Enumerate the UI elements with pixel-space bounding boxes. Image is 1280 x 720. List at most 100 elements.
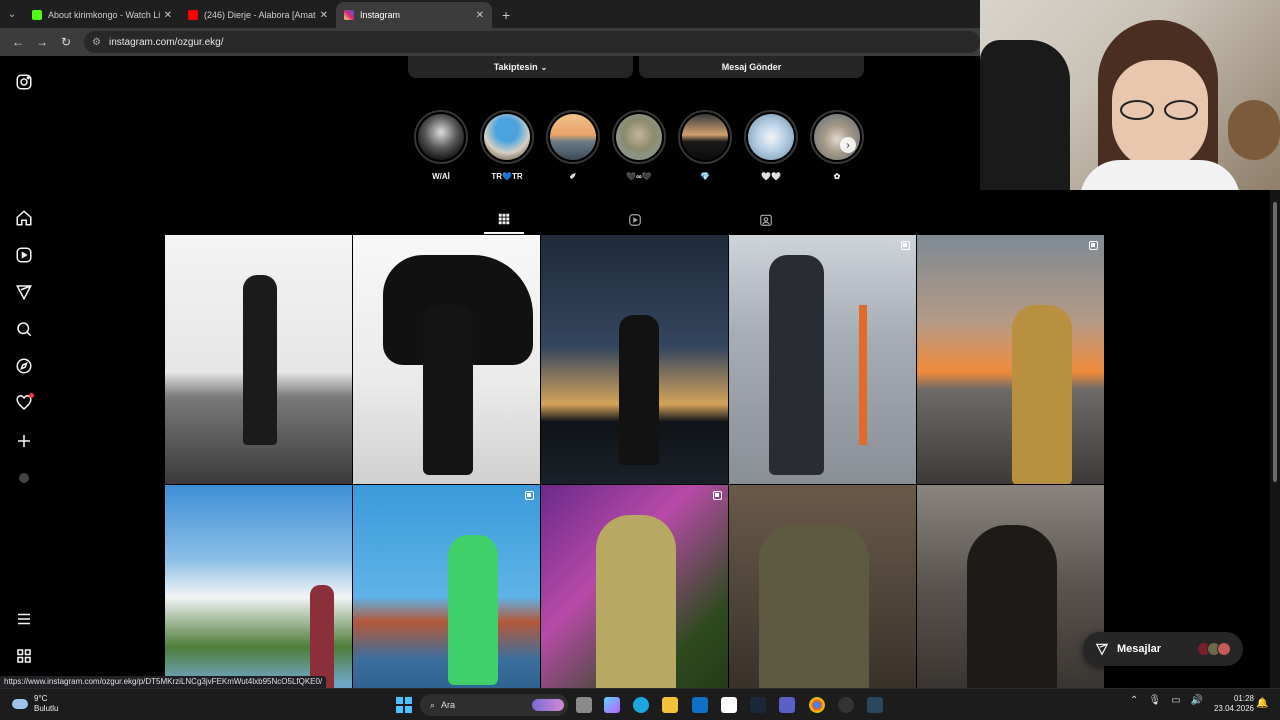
chair-back xyxy=(980,40,1070,190)
address-bar-row: ← → ↻ ⚙ instagram.com/ozgur.ekg/ xyxy=(0,28,980,56)
post-thumbnail[interactable] xyxy=(729,235,916,484)
notification-dot xyxy=(29,393,34,398)
copilot-icon[interactable] xyxy=(604,697,620,713)
chrome-icon[interactable] xyxy=(809,697,825,713)
webcam-overlay xyxy=(980,0,1280,190)
person-silhouette xyxy=(1012,305,1072,484)
browser-tab-instagram[interactable]: Instagram ✕ xyxy=(336,2,492,28)
chevron-right-icon[interactable]: › xyxy=(840,137,856,153)
youtube-favicon-icon xyxy=(188,10,198,20)
clock-time: 01:28 xyxy=(1233,694,1254,703)
post-thumbnail[interactable] xyxy=(541,485,728,688)
highlight-cover xyxy=(814,114,860,160)
also-from-meta-icon[interactable] xyxy=(14,646,34,666)
highlight-item[interactable]: 💎 xyxy=(678,110,732,182)
highlight-label: 🖤∞🖤 xyxy=(626,172,652,181)
url-input[interactable]: ⚙ instagram.com/ozgur.ekg/ xyxy=(84,31,980,53)
new-tab-button[interactable]: + xyxy=(492,2,520,28)
more-menu-icon[interactable] xyxy=(14,609,34,629)
highlight-item[interactable]: ✐ xyxy=(546,110,600,182)
tab-title: (246) Dierje - Alabora [Amatör xyxy=(204,10,316,20)
post-thumbnail[interactable] xyxy=(165,235,352,484)
browser-tab-youtube[interactable]: (246) Dierje - Alabora [Amatör ✕ xyxy=(180,2,336,28)
avatar xyxy=(1217,642,1231,656)
browser-tab-kick[interactable]: About kirimkongo - Watch Live ✕ xyxy=(24,2,180,28)
close-tab-icon[interactable]: ✕ xyxy=(164,10,172,21)
search-icon[interactable] xyxy=(14,319,34,339)
tab-title: Instagram xyxy=(360,10,401,20)
highlight-label: 💎 xyxy=(700,172,710,181)
send-message-label: Mesaj Gönder xyxy=(721,62,782,72)
highlight-cover xyxy=(418,114,464,160)
multi-post-icon xyxy=(713,491,722,500)
page-scrollbar[interactable] xyxy=(1270,190,1280,688)
clock[interactable]: 01:28 23.04.2026 xyxy=(1210,694,1254,714)
file-explorer-icon[interactable] xyxy=(662,697,678,713)
notifications-heart-icon[interactable] xyxy=(14,393,34,413)
post-thumbnail[interactable] xyxy=(917,235,1104,484)
following-button[interactable]: Takiptesin ⌄ xyxy=(408,56,633,78)
tab-search-icon[interactable]: ⌄ xyxy=(0,0,24,28)
taskbar-search[interactable]: ⌕ Ara xyxy=(420,694,568,716)
messages-pill[interactable]: Mesajlar xyxy=(1083,632,1243,666)
outlook-icon[interactable] xyxy=(692,697,708,713)
volume-icon[interactable]: 🔊 xyxy=(1191,695,1203,706)
windows-start-icon[interactable] xyxy=(396,697,412,713)
post-thumbnail[interactable] xyxy=(165,485,352,688)
highlight-label: ✐ xyxy=(569,172,577,181)
highlight-item[interactable]: W/Aİ xyxy=(414,110,468,182)
forward-arrow-icon[interactable]: → xyxy=(30,35,54,49)
notification-bell-icon[interactable]: 🔔 xyxy=(1256,698,1268,709)
kick-favicon-icon xyxy=(32,10,42,20)
tab-reels[interactable] xyxy=(615,206,655,234)
microphone-icon[interactable]: 🎙 xyxy=(1148,695,1161,706)
reels-icon[interactable] xyxy=(14,245,34,265)
profile-avatar-icon[interactable] xyxy=(14,468,34,488)
post-thumbnail[interactable] xyxy=(729,485,916,688)
highlight-item[interactable]: TR💙TR xyxy=(480,110,534,182)
teams-icon[interactable] xyxy=(779,697,795,713)
steam-icon[interactable] xyxy=(750,697,766,713)
highlight-item[interactable]: 🤍🤍 xyxy=(744,110,798,182)
tab-posts[interactable] xyxy=(484,206,524,234)
edge-icon[interactable] xyxy=(633,697,649,713)
close-tab-icon[interactable]: ✕ xyxy=(476,10,484,21)
posts-grid xyxy=(165,235,1105,688)
instagram-sidebar xyxy=(0,56,48,688)
network-icon[interactable]: ▭ xyxy=(1171,695,1180,706)
create-plus-icon[interactable] xyxy=(14,431,34,451)
person-silhouette xyxy=(967,525,1057,688)
message-avatars xyxy=(1197,642,1231,656)
instagram-favicon-icon xyxy=(344,10,354,20)
explore-compass-icon[interactable] xyxy=(14,356,34,376)
post-thumbnail[interactable] xyxy=(353,485,540,688)
reload-icon[interactable]: ↻ xyxy=(54,35,78,49)
steam-secondary-icon[interactable] xyxy=(867,697,883,713)
tab-tagged[interactable] xyxy=(746,206,786,234)
send-message-button[interactable]: Mesaj Gönder xyxy=(639,56,864,78)
highlight-cover xyxy=(616,114,662,160)
post-thumbnail[interactable] xyxy=(353,235,540,484)
close-tab-icon[interactable]: ✕ xyxy=(320,10,328,21)
post-thumbnail[interactable] xyxy=(917,485,1104,688)
messages-icon[interactable] xyxy=(14,282,34,302)
cloud-icon xyxy=(12,699,28,709)
tagged-icon xyxy=(760,214,772,226)
highlight-label: TR💙TR xyxy=(491,172,523,181)
person-silhouette xyxy=(619,315,659,465)
task-view-icon[interactable] xyxy=(576,697,592,713)
store-icon[interactable] xyxy=(721,697,737,713)
chevron-up-icon[interactable]: ⌃ xyxy=(1130,695,1138,706)
scrollbar-thumb[interactable] xyxy=(1273,202,1277,482)
link-preview-status: https://www.instagram.com/ozgur.ekg/p/DT… xyxy=(0,676,327,688)
site-info-icon[interactable]: ⚙ xyxy=(92,37,101,48)
search-placeholder: Ara xyxy=(441,700,456,710)
temperature: 9°C xyxy=(34,694,48,703)
home-icon[interactable] xyxy=(14,208,34,228)
highlight-item[interactable]: 🖤∞🖤 xyxy=(612,110,666,182)
back-arrow-icon[interactable]: ← xyxy=(6,35,30,49)
instagram-logo-icon[interactable] xyxy=(14,72,34,92)
post-thumbnail[interactable] xyxy=(541,235,728,484)
weather-widget[interactable]: 9°C Bulutlu xyxy=(12,694,58,714)
obs-icon[interactable] xyxy=(838,697,854,713)
